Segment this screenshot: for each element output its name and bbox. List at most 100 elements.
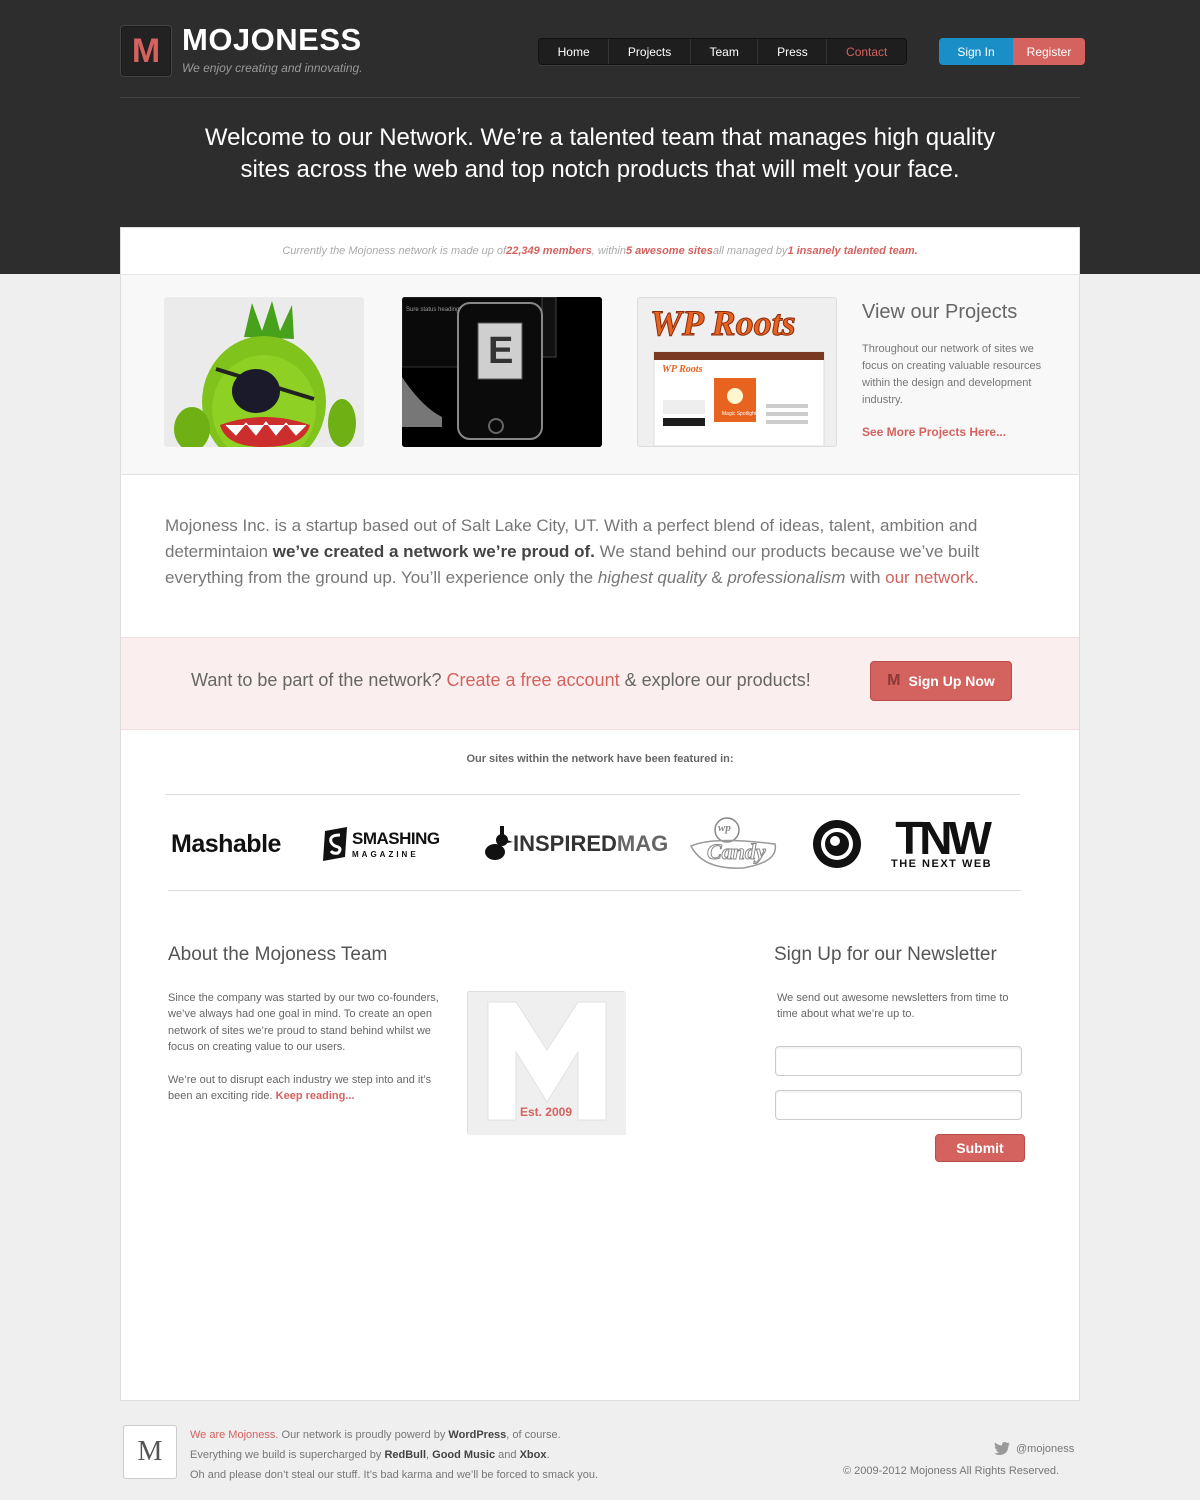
about-italic-1: highest quality — [597, 568, 707, 587]
nav-team[interactable]: Team — [689, 39, 758, 64]
nav-press[interactable]: Press — [757, 39, 826, 64]
about-italic-2: professionalism — [727, 568, 846, 587]
network-stats: Currently the Mojoness network is made u… — [121, 228, 1079, 275]
footer-l2g: . — [546, 1449, 550, 1461]
logo-letter: M — [131, 31, 161, 70]
keep-reading-link[interactable]: Keep reading... — [276, 1090, 355, 1102]
stats-team: 1 insanely talented team. — [787, 245, 918, 257]
projects-title: View our Projects — [862, 301, 1018, 323]
footer-good-music: Good Music — [432, 1449, 496, 1461]
stats-members: 22,349 members — [506, 245, 592, 257]
we-are-mojoness-link[interactable]: We are Mojoness. — [190, 1429, 278, 1441]
about-intro: Mojoness Inc. is a startup based out of … — [165, 513, 1045, 591]
newsletter-name-input[interactable] — [775, 1046, 1022, 1076]
inspired-mag-logo: INSPIRED MAG — [483, 812, 668, 876]
sign-up-now-label: Sign Up Now — [908, 673, 995, 689]
newsletter-title: Sign Up for our Newsletter — [774, 944, 997, 965]
footer-logo-letter: M — [137, 1436, 163, 1467]
sign-up-now-button[interactable]: M Sign Up Now — [870, 661, 1012, 701]
m-logo-icon: M — [887, 672, 901, 689]
about-end: . — [973, 568, 979, 587]
footer-l1c: , of course. — [506, 1429, 561, 1441]
header-divider — [120, 97, 1080, 98]
think-vitamin-text: THINK VITAMIN — [823, 815, 867, 821]
logo[interactable]: M — [120, 25, 172, 77]
footer-logo[interactable]: M — [123, 1425, 177, 1479]
footer-line-3: Oh and please don’t steal our stuff. It’… — [190, 1469, 599, 1481]
smashing-bottom: MAGAZINE — [352, 850, 419, 859]
newsletter-submit-button[interactable]: Submit — [935, 1134, 1025, 1162]
sign-in-button[interactable]: Sign In — [939, 38, 1013, 65]
candy-text: Candy — [707, 839, 767, 865]
footer-l2e: and — [495, 1449, 520, 1461]
footer-line-1: We are Mojoness. Our network is proudly … — [190, 1425, 598, 1445]
stats-sites: 5 awesome sites — [625, 245, 713, 257]
cta-pre: Want to be part of the network? — [191, 670, 447, 690]
candy-wp-text: wp — [718, 822, 731, 834]
twitter-handle: @mojoness — [1016, 1442, 1075, 1455]
brand-name[interactable]: MOJONESS — [182, 22, 362, 58]
smashing-top: SMASHING — [352, 829, 440, 848]
project-thumbnail-monster[interactable] — [164, 297, 364, 447]
main-panel: Currently the Mojoness network is made u… — [120, 227, 1080, 1401]
about-with: with — [845, 568, 886, 587]
featured-logos: Mashable SMASHING MAGAZINE INSPIREDMAG — [165, 812, 1020, 876]
main-nav: Home Projects Team Press Contact — [538, 38, 907, 65]
twitter-link[interactable]: @mojoness — [994, 1442, 1074, 1455]
newsletter-description: We send out awesome newsletters from tim… — [777, 992, 1009, 1020]
think-vitamin-logo: THINK VITAMIN — [811, 812, 867, 876]
wp-roots-caption: Magic Spotlight — [722, 411, 757, 417]
see-more-projects-link[interactable]: See More Projects Here... — [862, 425, 1006, 439]
mashable-logo: Mashable — [171, 829, 281, 858]
project-thumbnail-envato[interactable]: Sure status heading E — [402, 297, 602, 447]
logos-divider-bottom — [168, 890, 1021, 891]
stats-prefix: Currently the Mojoness network is made u… — [282, 245, 507, 257]
nav-home[interactable]: Home — [539, 39, 608, 64]
about-amp: & — [706, 568, 728, 587]
create-account-link[interactable]: Create a free account — [446, 670, 619, 690]
hero-line-2: sites across the web and top notch produ… — [240, 156, 960, 183]
est-badge: Est. 2009 — [467, 991, 626, 1135]
copyright: © 2009-2012 Mojoness All Rights Reserved… — [843, 1465, 1059, 1477]
tagline: We enjoy creating and innovating. — [182, 61, 363, 75]
nav-projects[interactable]: Projects — [608, 39, 690, 64]
logos-divider-top — [165, 794, 1020, 795]
team-paragraph-2: We’re out to disrupt each industry we st… — [168, 1072, 443, 1105]
projects-description: Throughout our network of sites we focus… — [862, 343, 1042, 406]
footer-l2a: Everything we build is supercharged by — [190, 1449, 385, 1461]
footer-text: We are Mojoness. Our network is proudly … — [190, 1425, 598, 1485]
tnw-letters: TNW — [895, 812, 992, 864]
the-next-web-logo: TNW THE NEXT WEB — [891, 812, 992, 876]
cta-post: & explore our products! — [619, 670, 811, 690]
twitter-bird-icon — [994, 1442, 1010, 1455]
think-vitamin-icon — [813, 820, 861, 868]
team-title: About the Mojoness Team — [168, 944, 388, 965]
footer-line-2: Everything we build is supercharged by R… — [190, 1445, 598, 1465]
team-paragraph-1: Since the company was started by our two… — [168, 992, 439, 1054]
wp-roots-inner-logo: WP Roots — [662, 364, 703, 375]
wp-candy-logo: wp Candy — [683, 812, 783, 876]
project-thumbnail-wp-roots[interactable]: WP Roots WP Roots Magic Spotlight — [637, 297, 837, 447]
our-network-link[interactable]: our network — [885, 568, 974, 587]
hero-text: Welcome to our Network. We’re a talented… — [150, 122, 1050, 186]
mag-text: MAG — [616, 831, 669, 856]
cta-text: Want to be part of the network? Create a… — [191, 670, 811, 691]
footer-wordpress: WordPress — [448, 1429, 507, 1441]
wp-roots-logo: WP Roots — [650, 303, 797, 344]
inspired-text: INSPIRED — [513, 831, 617, 856]
nav-contact[interactable]: Contact — [826, 39, 906, 64]
smashing-magazine-logo: SMASHING MAGAZINE — [323, 812, 440, 876]
footer-redbull: RedBull — [384, 1449, 427, 1461]
thumb-status-text: Sure status heading — [406, 307, 460, 313]
register-button[interactable]: Register — [1013, 38, 1085, 65]
stats-mid2: all managed by — [712, 245, 788, 257]
signup-cta: Want to be part of the network? Create a… — [121, 637, 1079, 730]
stats-mid1: , within — [591, 245, 626, 257]
newsletter-email-input[interactable] — [775, 1090, 1022, 1120]
tnw-subtitle: THE NEXT WEB — [891, 858, 993, 870]
hero-line-1: Welcome to our Network. We’re a talented… — [204, 124, 996, 151]
projects-section: Sure status heading E WP Roots WP Roots … — [121, 275, 1079, 475]
est-2009: Est. 2009 — [519, 1105, 573, 1119]
thumb-letter: E — [488, 330, 514, 372]
smashing-s-icon — [323, 827, 347, 861]
